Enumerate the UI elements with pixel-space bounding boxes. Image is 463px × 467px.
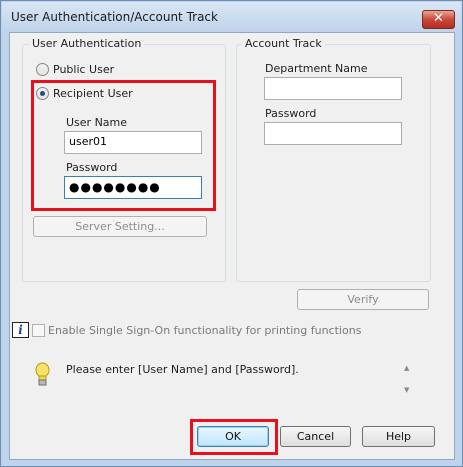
user-authentication-group-label: User Authentication — [29, 37, 145, 50]
info-icon[interactable]: i — [12, 322, 29, 338]
lightbulb-icon — [35, 362, 50, 386]
highlight-ok-box — [190, 419, 278, 455]
sso-label[interactable]: Enable Single Sign-On functionality for … — [48, 324, 361, 337]
scroll-up-icon[interactable]: ▲ — [404, 364, 409, 372]
title-bar[interactable]: User Authentication/Account Track ✕ — [2, 2, 461, 32]
message-panel — [30, 355, 415, 399]
message-text: Please enter [User Name] and [Password]. — [66, 363, 299, 376]
account-password-label: Password — [265, 107, 317, 120]
department-name-field[interactable] — [264, 77, 402, 100]
verify-button[interactable]: Verify — [297, 289, 429, 310]
public-user-label[interactable]: Public User — [53, 63, 114, 76]
sso-checkbox[interactable] — [32, 324, 45, 337]
help-button[interactable]: Help — [362, 426, 435, 447]
window-title: User Authentication/Account Track — [11, 10, 218, 24]
account-track-group-label: Account Track — [242, 37, 325, 50]
highlight-recipient-user-box — [31, 80, 216, 211]
account-password-field[interactable] — [264, 122, 402, 145]
public-user-radio[interactable] — [36, 63, 49, 76]
cancel-button[interactable]: Cancel — [280, 426, 351, 447]
close-button[interactable]: ✕ — [422, 10, 455, 29]
close-icon: ✕ — [433, 11, 444, 26]
department-name-label: Department Name — [265, 62, 368, 75]
server-setting-button[interactable]: Server Setting... — [33, 216, 207, 237]
scroll-down-icon[interactable]: ▼ — [404, 386, 409, 394]
